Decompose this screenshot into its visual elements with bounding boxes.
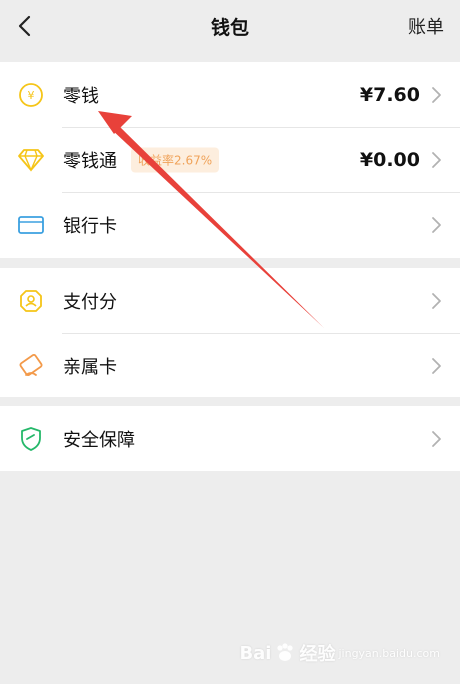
diamond-icon: [16, 145, 46, 175]
chevron-right-icon: [432, 357, 441, 374]
yield-badge: 收益率2.67%: [131, 147, 220, 172]
watermark-brand: Bai: [239, 642, 272, 664]
back-chevron-icon: [18, 15, 31, 37]
row-label: 支付分: [63, 291, 117, 313]
service-group: 支付分 亲属卡: [0, 268, 460, 397]
row-label: 安全保障: [63, 429, 135, 451]
row-family-card[interactable]: 亲属卡: [0, 333, 460, 398]
svg-text:¥: ¥: [28, 89, 35, 102]
chevron-right-icon: [432, 151, 441, 168]
paw-icon: [277, 643, 294, 661]
chevron-right-icon: [432, 86, 441, 103]
bank-card-icon: [16, 210, 46, 240]
page-title: 钱包: [210, 16, 249, 39]
row-security[interactable]: 安全保障: [0, 406, 460, 471]
row-lingqiantong[interactable]: 零钱通 收益率2.67% ¥0.00: [0, 127, 460, 192]
watermark-url: jingyan.baidu.com: [338, 646, 440, 660]
balance-amount: ¥7.60: [359, 83, 420, 106]
row-pay-score[interactable]: 支付分: [0, 268, 460, 333]
row-change[interactable]: ¥ 零钱 ¥7.60: [0, 62, 460, 127]
balance-amount: ¥0.00: [359, 148, 420, 171]
watermark-logo: Bai 经验 jingyan.baidu.com: [239, 640, 440, 666]
row-label: 零钱通: [63, 150, 117, 172]
row-bank-card[interactable]: 银行卡: [0, 192, 460, 257]
shield-icon: [16, 424, 46, 454]
bill-button[interactable]: 账单: [408, 13, 444, 39]
row-label: 零钱: [63, 85, 99, 107]
row-label: 亲属卡: [63, 356, 117, 378]
watermark-brand-2: 经验: [299, 644, 336, 665]
score-badge-icon: [16, 286, 46, 316]
security-group: 安全保障: [0, 406, 460, 471]
chevron-right-icon: [432, 292, 441, 309]
row-label: 银行卡: [63, 215, 117, 237]
wallet-page: 钱包 账单 ¥ 零钱 ¥7.60 零钱通 收益率2.67% ¥0.00 银行卡 …: [0, 0, 460, 684]
family-card-icon: [16, 351, 46, 381]
wallet-group: ¥ 零钱 ¥7.60 零钱通 收益率2.67% ¥0.00 银行卡: [0, 62, 460, 258]
chevron-right-icon: [432, 430, 441, 447]
chevron-right-icon: [432, 216, 441, 233]
yuan-coin-icon: ¥: [16, 80, 46, 110]
back-button[interactable]: [10, 10, 38, 42]
nav-header: 钱包 账单: [0, 0, 460, 52]
